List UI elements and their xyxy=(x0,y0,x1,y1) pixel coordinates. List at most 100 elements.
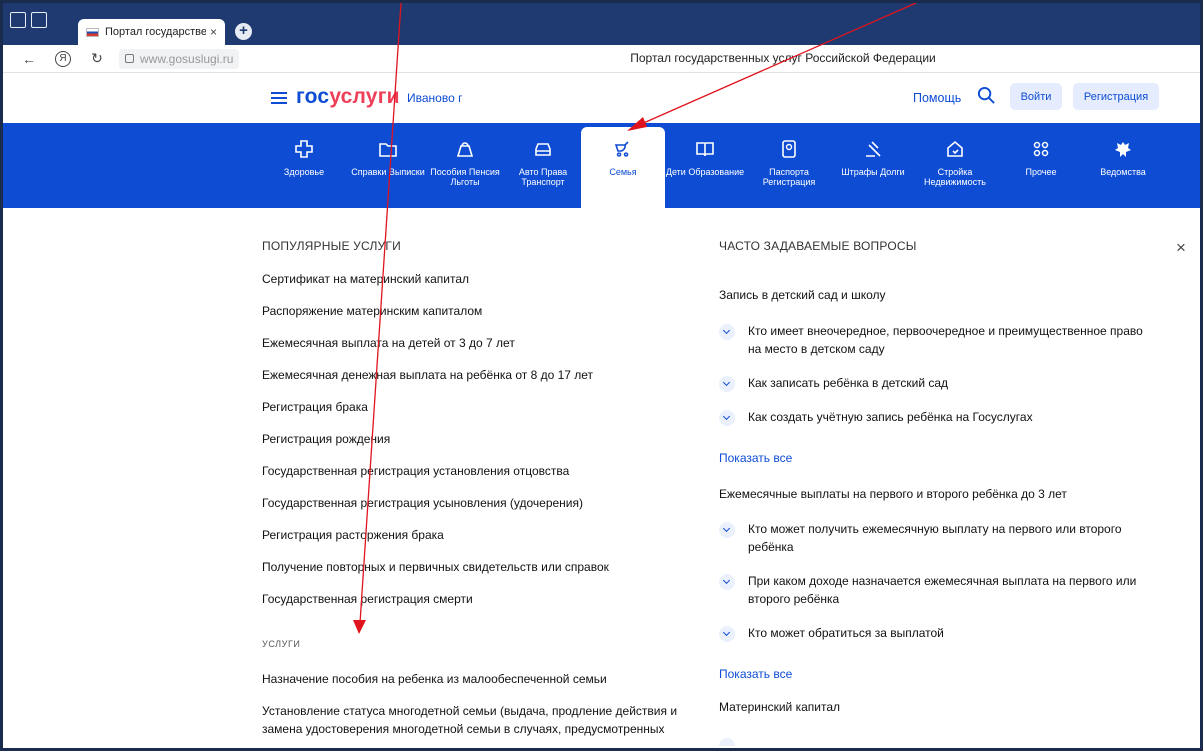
category-label: Стройка Недвижимость xyxy=(924,167,986,187)
faq-group-title: Запись в детский сад и школу xyxy=(719,288,886,302)
chevron-down-icon[interactable] xyxy=(719,626,735,642)
gavel-icon xyxy=(866,141,881,157)
category-passport[interactable]: Паспорта Регистрация xyxy=(747,131,831,187)
category-bag[interactable]: Пособия Пенсия Льготы xyxy=(423,131,507,187)
faq-question[interactable]: Кто может обратиться за выплатой xyxy=(719,624,1159,642)
menu-content: ПОПУЛЯРНЫЕ УСЛУГИ Сертификат на материнс… xyxy=(3,208,1200,748)
new-tab-button[interactable]: + xyxy=(235,23,252,40)
popular-service-link[interactable]: Государственная регистрация установления… xyxy=(262,464,569,478)
home-icon[interactable] xyxy=(10,12,26,28)
car-icon xyxy=(535,143,551,156)
menu-burger-icon[interactable] xyxy=(271,92,287,104)
category-label: Пособия Пенсия Льготы xyxy=(430,167,500,187)
category-health-cross[interactable]: Здоровье xyxy=(262,131,346,177)
popular-title: ПОПУЛЯРНЫЕ УСЛУГИ xyxy=(262,239,401,253)
category-label: Справки Выписки xyxy=(351,167,425,177)
faq-question[interactable]: Как записать ребёнка в детский сад xyxy=(719,374,1159,392)
register-button[interactable]: Регистрация xyxy=(1073,83,1159,110)
faq-question-text: При каком доходе назначается ежемесячная… xyxy=(748,574,1137,606)
category-car[interactable]: Авто Права Транспорт xyxy=(501,131,585,187)
url-field[interactable]: www.gosuslugi.ru xyxy=(119,48,240,69)
faq-question-text: Кто может получить ежемесячную выплату н… xyxy=(748,522,1122,554)
category-label: Здоровье xyxy=(283,167,325,177)
category-label: Прочее xyxy=(1025,167,1057,177)
faq-question[interactable]: Кто может получить ежемесячную выплату н… xyxy=(719,520,1159,556)
category-book[interactable]: Дети Образование xyxy=(663,131,747,177)
browser-window: Портал государственны × + ← Я ↻ www.gosu… xyxy=(0,0,1203,751)
show-all-link[interactable]: Показать все xyxy=(719,667,792,681)
category-bar: Здоровье Справки Выписки Пособия Пенсия Ль… xyxy=(3,123,1200,208)
service-link[interactable]: Установление статуса многодетной семьи (… xyxy=(262,702,702,738)
popular-service-link[interactable]: Регистрация брака xyxy=(262,400,368,414)
popular-service-link[interactable]: Распоряжение материнским капиталом xyxy=(262,304,482,318)
house-icon xyxy=(947,140,963,157)
faq-question-text: Кто может обратиться за выплатой xyxy=(748,626,944,640)
category-label: Паспорта Регистрация xyxy=(762,167,816,187)
faq-group-title: Материнский капитал xyxy=(719,700,840,714)
gosuslugi-logo[interactable]: госуслуги xyxy=(296,85,400,109)
back-arrow-icon[interactable]: ← xyxy=(19,51,39,67)
tab-strip: Портал государственны × + xyxy=(3,3,1200,45)
chevron-down-icon[interactable] xyxy=(719,522,735,538)
new-window-icon[interactable] xyxy=(31,12,47,28)
category-label: Дети Образование xyxy=(665,167,745,177)
browser-tab[interactable]: Портал государственны × xyxy=(78,19,225,45)
stroller-icon xyxy=(614,141,629,157)
chevron-down-icon[interactable] xyxy=(719,376,735,392)
folder-icon xyxy=(379,143,397,157)
close-icon[interactable]: × xyxy=(1170,237,1192,259)
faq-question-text: Как создать учётную запись ребёнка на Го… xyxy=(748,410,1033,424)
popular-service-link[interactable]: Регистрация рождения xyxy=(262,432,390,446)
popular-service-link[interactable]: Регистрация расторжения брака xyxy=(262,528,444,542)
category-label: Ведомства xyxy=(1100,167,1146,177)
page-title: Портал государственных услуг Российской … xyxy=(630,51,936,65)
login-button[interactable]: Войти xyxy=(1010,83,1062,110)
russian-flag-icon xyxy=(86,27,99,37)
popular-service-link[interactable]: Ежемесячная выплата на детей от 3 до 7 л… xyxy=(262,336,515,350)
popular-service-link[interactable]: Государственная регистрация смерти xyxy=(262,592,473,606)
help-link[interactable]: Помощь xyxy=(913,91,961,105)
health-cross-icon xyxy=(295,140,313,158)
category-label: Семья xyxy=(609,167,637,177)
tab-title: Портал государственны xyxy=(105,26,206,38)
address-bar: ← Я ↻ www.gosuslugi.ru Портал государств… xyxy=(3,45,1200,73)
chevron-down-icon[interactable] xyxy=(719,574,735,590)
category-stroller[interactable]: Семья xyxy=(581,127,665,208)
faq-question-text: Кто имеет внеочередное, первоочередное и… xyxy=(748,324,1143,356)
city-selector[interactable]: Иваново г xyxy=(407,91,462,105)
faq-question[interactable]: При каком доходе назначается ежемесячная… xyxy=(719,572,1159,608)
faq-title: ЧАСТО ЗАДАВАЕМЫЕ ВОПРОСЫ xyxy=(719,239,917,253)
passport-icon xyxy=(782,140,796,158)
book-icon xyxy=(696,142,714,157)
faq-question[interactable]: Как создать учётную запись ребёнка на Го… xyxy=(719,408,1159,426)
service-link[interactable]: Назначение пособия на ребенка из малообе… xyxy=(262,670,702,688)
popular-service-link[interactable]: Государственная регистрация усыновления … xyxy=(262,496,583,510)
category-emblem[interactable]: Ведомства xyxy=(1081,131,1165,177)
chevron-down-icon[interactable] xyxy=(719,410,735,426)
category-house[interactable]: Стройка Недвижимость xyxy=(913,131,997,187)
faq-question[interactable]: Кто имеет внеочередное, первоочередное и… xyxy=(719,322,1159,358)
popular-service-link[interactable]: Сертификат на материнский капитал xyxy=(262,272,469,286)
popular-service-link[interactable]: Получение повторных и первичных свидетел… xyxy=(262,560,609,574)
site-header: госуслуги Иваново г Помощь Войти Регистр… xyxy=(3,73,1200,123)
show-all-link[interactable]: Показать все xyxy=(719,451,792,465)
grid-icon xyxy=(1033,141,1049,157)
category-label: Авто Права Транспорт xyxy=(518,167,568,187)
category-grid[interactable]: Прочее xyxy=(999,131,1083,177)
services-subtitle: УСЛУГИ xyxy=(262,639,301,649)
tab-close-icon[interactable]: × xyxy=(210,25,217,39)
popular-service-link[interactable]: Ежемесячная денежная выплата на ребёнка … xyxy=(262,368,593,382)
bag-icon xyxy=(456,142,474,157)
chevron-down-icon[interactable] xyxy=(719,324,735,340)
category-folder[interactable]: Справки Выписки xyxy=(346,131,430,177)
lock-icon xyxy=(125,54,134,63)
emblem-icon xyxy=(1115,142,1131,157)
yandex-icon[interactable]: Я xyxy=(55,50,71,67)
url-text: www.gosuslugi.ru xyxy=(140,51,234,66)
chevron-down-icon[interactable] xyxy=(719,738,735,746)
search-icon[interactable] xyxy=(977,86,996,105)
category-label: Штрафы Долги xyxy=(841,167,905,177)
reload-icon[interactable]: ↻ xyxy=(87,50,107,67)
faq-question-text: Как записать ребёнка в детский сад xyxy=(748,376,949,390)
category-gavel[interactable]: Штрафы Долги xyxy=(831,131,915,177)
